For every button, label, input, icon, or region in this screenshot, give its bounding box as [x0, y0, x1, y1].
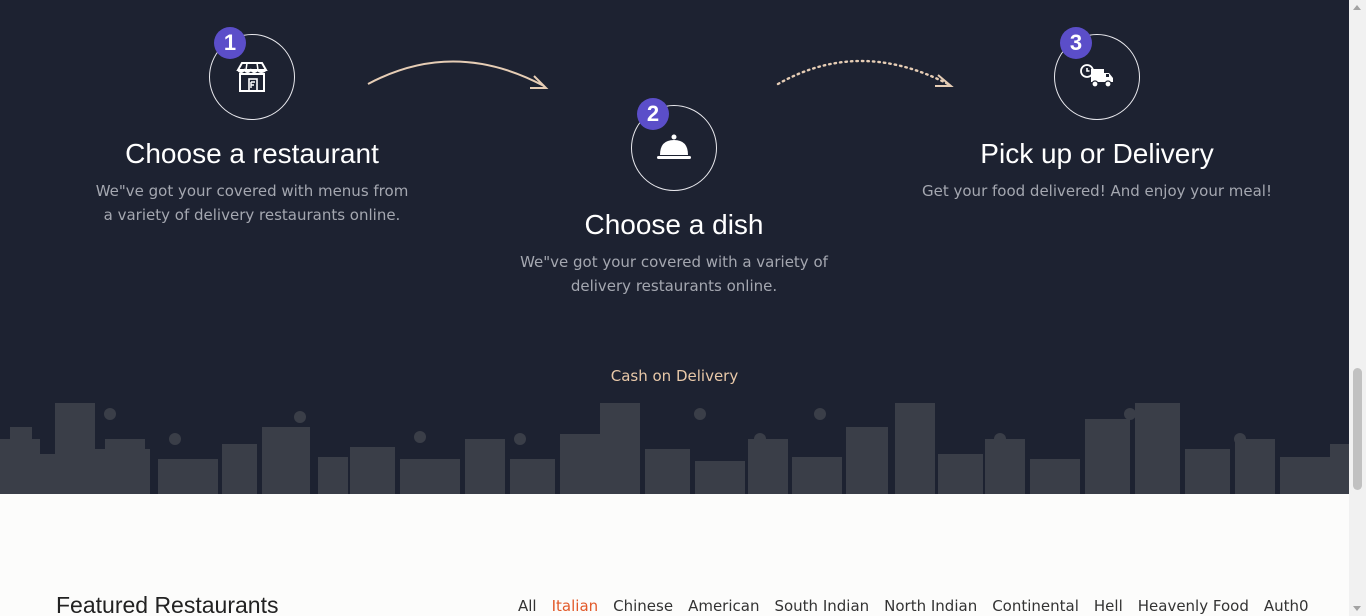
filter-continental[interactable]: Continental: [992, 597, 1079, 615]
step-2-title: Choose a dish: [584, 209, 764, 240]
city-skyline-illustration: [0, 403, 1349, 494]
step-arrow-solid: [367, 60, 549, 89]
step-3-description: Get your food delivered! And enjoy your …: [922, 182, 1272, 200]
delivery-truck-icon: [1080, 64, 1113, 88]
filter-italian[interactable]: Italian: [552, 597, 599, 615]
scrollbar-thumb[interactable]: [1353, 368, 1362, 490]
step-1-description: We"ve got your covered with menus from a…: [95, 182, 409, 224]
featured-restaurants-heading: Featured Restaurants: [56, 592, 279, 616]
scroll-up-arrow-icon[interactable]: [1353, 5, 1361, 10]
filter-chinese[interactable]: Chinese: [613, 597, 673, 615]
step-arrow-dotted: [776, 59, 954, 87]
step-3-badge: 3: [1060, 27, 1092, 59]
filter-south-indian[interactable]: South Indian: [774, 597, 869, 615]
step-2-badge: 2: [637, 98, 669, 130]
page-scrollbar[interactable]: [1349, 0, 1366, 616]
filter-hell[interactable]: Hell: [1094, 597, 1123, 615]
how-it-works-section: 1 Choose a restaurant We"ve got your cov…: [0, 0, 1349, 494]
cash-on-delivery-label: Cash on Delivery: [610, 367, 739, 385]
cloche-icon: [657, 134, 691, 159]
scroll-down-arrow-icon[interactable]: [1353, 606, 1361, 611]
filter-north-indian[interactable]: North Indian: [884, 597, 977, 615]
filter-all[interactable]: All: [518, 597, 537, 615]
storefront-icon: [236, 62, 268, 92]
step-2-description: We"ve got your covered with a variety of…: [520, 253, 828, 295]
step-1-title: Choose a restaurant: [125, 138, 379, 169]
cuisine-filter-bar: All Italian Chinese American South India…: [518, 597, 1324, 615]
filter-american[interactable]: American: [688, 597, 759, 615]
step-3-title: Pick up or Delivery: [980, 138, 1214, 169]
filter-heavenly-food[interactable]: Heavenly Food: [1138, 597, 1249, 615]
filter-auth0[interactable]: Auth0: [1264, 597, 1309, 615]
step-1-badge: 1: [214, 27, 246, 59]
